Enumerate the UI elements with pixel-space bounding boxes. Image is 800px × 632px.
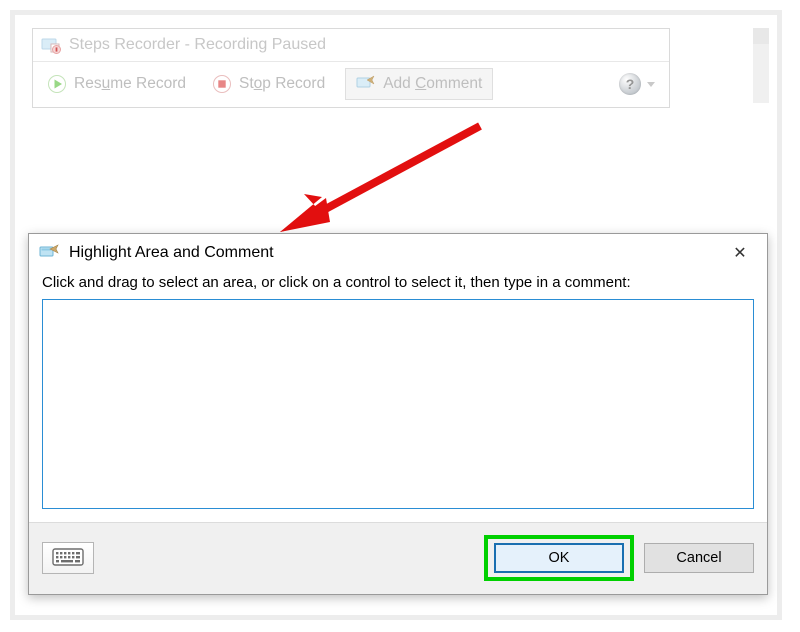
steps-recorder-titlebar: Steps Recorder - Recording Paused (33, 29, 669, 61)
steps-recorder-toolbar: Resume Record Stop Record Add Comment (33, 61, 669, 107)
add-comment-button[interactable]: Add Comment (345, 68, 493, 100)
chevron-down-icon (647, 82, 655, 87)
recorder-app-icon (41, 35, 61, 55)
close-button[interactable]: ✕ (723, 240, 757, 266)
steps-recorder-window: Steps Recorder - Recording Paused Resume… (32, 28, 670, 108)
keyboard-icon (52, 547, 84, 570)
stop-icon (212, 74, 232, 94)
dialog-titlebar: Highlight Area and Comment ✕ (29, 234, 767, 274)
ok-button[interactable]: OK (494, 543, 624, 573)
dialog-footer: OK Cancel (29, 522, 767, 594)
close-icon: ✕ (733, 243, 746, 263)
resume-record-button[interactable]: Resume Record (41, 71, 192, 97)
dialog-title: Highlight Area and Comment (69, 244, 713, 262)
help-button[interactable]: ? (613, 70, 661, 98)
stop-record-button[interactable]: Stop Record (206, 71, 331, 97)
dialog-instruction-text: Click and drag to select an area, or cli… (29, 274, 767, 297)
dialog-app-icon (39, 243, 59, 263)
steps-recorder-title-text: Steps Recorder - Recording Paused (69, 36, 326, 54)
help-icon: ? (619, 73, 641, 95)
comment-textarea[interactable] (42, 299, 754, 509)
play-icon (47, 74, 67, 94)
ok-button-highlight: OK (484, 535, 634, 581)
cancel-button[interactable]: Cancel (644, 543, 754, 573)
comment-icon (356, 74, 376, 94)
background-scrollbar (753, 28, 769, 103)
annotation-arrow (270, 118, 492, 233)
screenshot-frame: Steps Recorder - Recording Paused Resume… (10, 10, 782, 620)
onscreen-keyboard-button[interactable] (42, 542, 94, 574)
highlight-comment-dialog: Highlight Area and Comment ✕ Click and d… (28, 233, 768, 595)
